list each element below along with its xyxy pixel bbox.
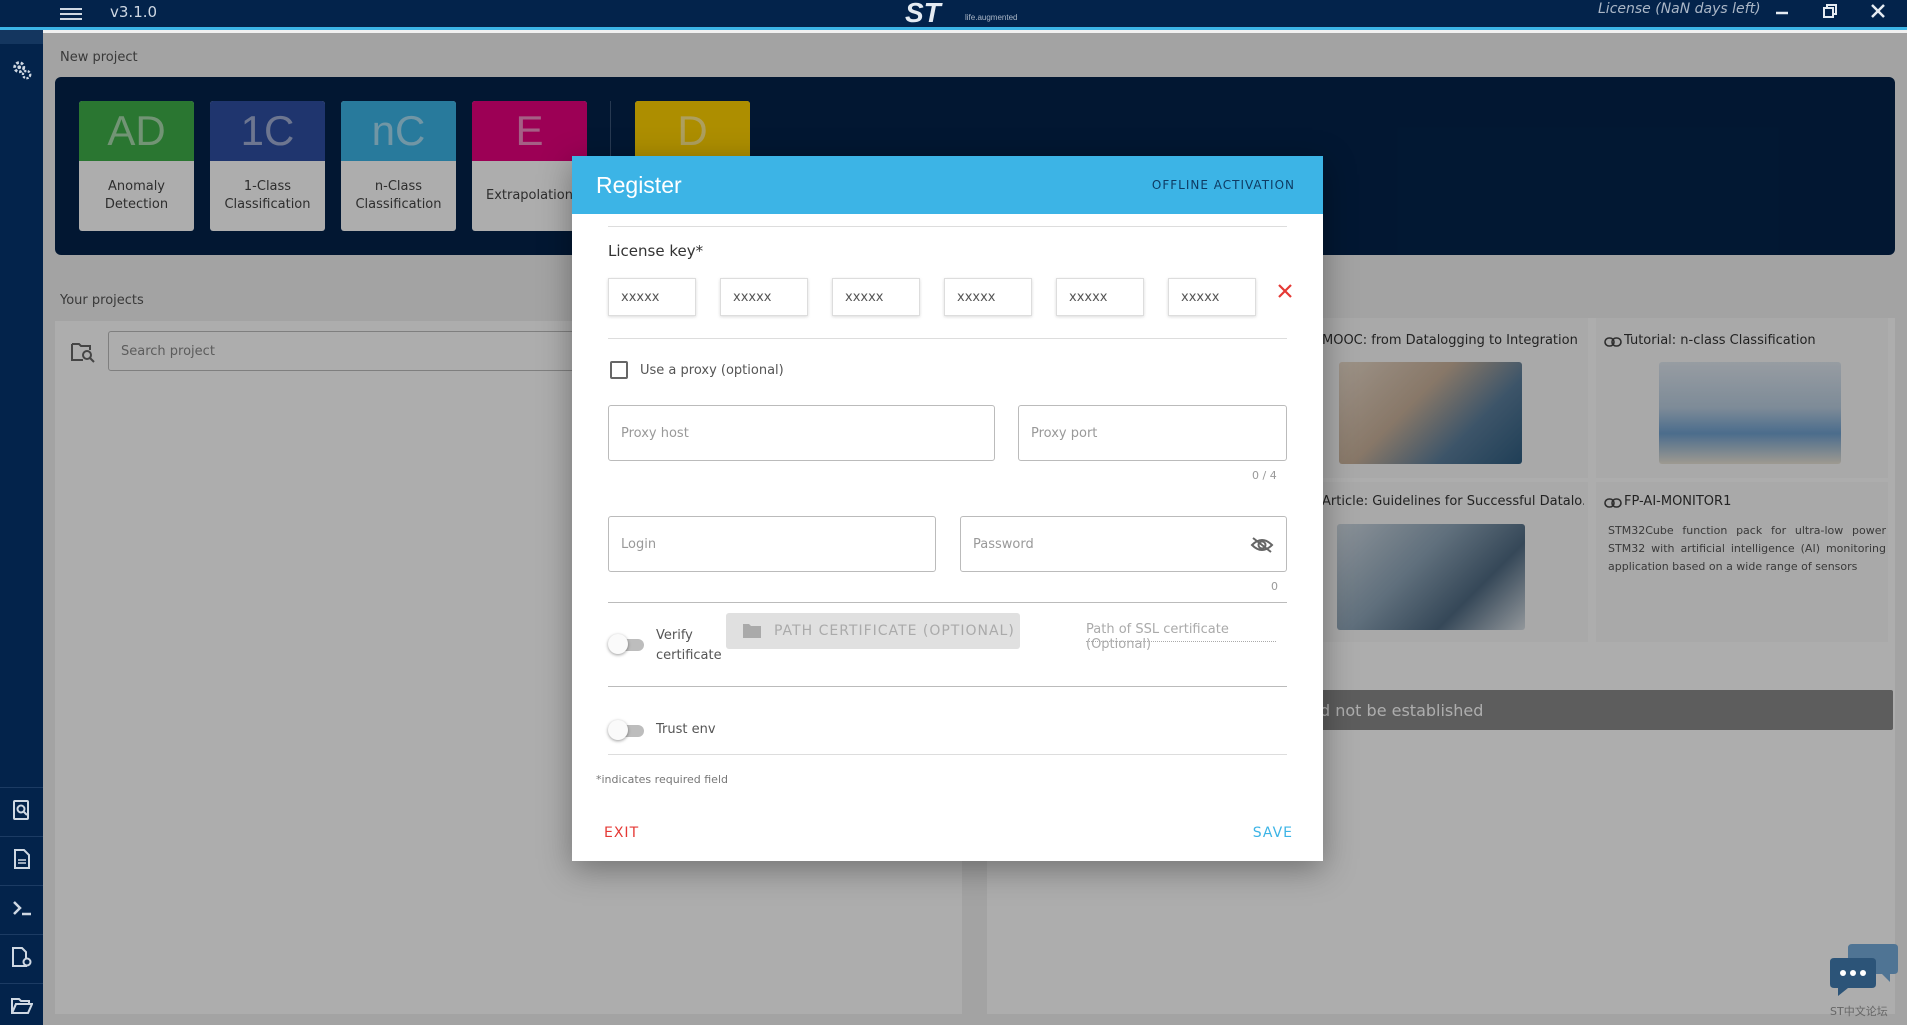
license-key-field-2[interactable]: xxxxx <box>720 278 808 316</box>
save-button[interactable]: SAVE <box>1253 825 1293 841</box>
offline-activation-button[interactable]: OFFLINE ACTIVATION <box>1152 178 1295 192</box>
minimize-icon[interactable] <box>1770 2 1794 26</box>
license-key-field-1[interactable]: xxxxx <box>608 278 696 316</box>
chat-bubbles-icon <box>1830 944 1898 996</box>
license-status: License (NaN days left) <box>1598 1 1761 17</box>
logo-tagline: life.augmented <box>965 13 1017 22</box>
terminal-icon[interactable] <box>0 886 43 930</box>
gears-icon[interactable] <box>0 48 43 92</box>
clear-license-key-icon[interactable] <box>1277 280 1293 305</box>
close-window-icon[interactable] <box>1866 2 1890 26</box>
document-settings-icon[interactable] <box>0 935 43 979</box>
verify-certificate-toggle[interactable] <box>608 634 646 654</box>
left-sidebar <box>0 0 43 1025</box>
proxy-port-field[interactable]: Proxy port <box>1018 405 1287 461</box>
trust-env-toggle[interactable] <box>608 720 646 740</box>
hamburger-menu-icon[interactable] <box>60 5 82 23</box>
divider <box>608 226 1287 227</box>
password-counter: 0 <box>1271 580 1278 593</box>
use-proxy-label: Use a proxy (optional) <box>640 363 784 378</box>
top-bar: v3.1.0 ST life.augmented License (NaN da… <box>0 0 1907 30</box>
restore-icon[interactable] <box>1818 2 1842 26</box>
st-logo: ST life.augmented <box>905 0 1035 32</box>
divider <box>608 602 1287 603</box>
trust-env-label: Trust env <box>656 722 716 737</box>
license-key-field-5[interactable]: xxxxx <box>1056 278 1144 316</box>
logo-text: ST <box>905 0 944 28</box>
chat-widget[interactable]: ST中文论坛 <box>1828 940 1900 1020</box>
document-search-icon[interactable] <box>0 788 43 832</box>
divider <box>608 686 1287 687</box>
folder-open-icon[interactable] <box>0 984 43 1025</box>
proxy-port-counter: 0 / 4 <box>1252 469 1277 482</box>
divider <box>608 754 1287 755</box>
path-certificate-label: PATH CERTIFICATE (OPTIONAL) <box>774 623 1015 639</box>
document-icon[interactable] <box>0 837 43 881</box>
license-key-field-3[interactable]: xxxxx <box>832 278 920 316</box>
path-certificate-button[interactable]: PATH CERTIFICATE (OPTIONAL) <box>726 613 1020 649</box>
chat-widget-caption: ST中文论坛 <box>1830 1005 1888 1018</box>
app-version: v3.1.0 <box>110 3 158 21</box>
ssl-certificate-path-field[interactable]: Path of SSL certificate (Optional) <box>1086 622 1276 652</box>
password-field[interactable]: Password <box>960 516 1287 572</box>
license-key-field-4[interactable]: xxxxx <box>944 278 1032 316</box>
dialog-header: Register OFFLINE ACTIVATION <box>572 156 1323 214</box>
exit-button[interactable]: EXIT <box>604 825 639 841</box>
eye-off-icon[interactable] <box>1250 536 1274 554</box>
password-placeholder: Password <box>973 536 1034 552</box>
license-key-field-6[interactable]: xxxxx <box>1168 278 1256 316</box>
verify-certificate-label: Verify certificate <box>656 628 722 663</box>
folder-icon <box>743 624 761 638</box>
divider <box>608 338 1287 339</box>
dialog-title: Register <box>596 172 682 198</box>
proxy-host-field[interactable]: Proxy host <box>608 405 995 461</box>
use-proxy-checkbox[interactable] <box>610 361 628 379</box>
license-key-label: License key* <box>608 242 704 260</box>
register-dialog: Register OFFLINE ACTIVATION License key*… <box>572 156 1323 861</box>
login-field[interactable]: Login <box>608 516 936 572</box>
required-field-note: *indicates required field <box>596 773 728 786</box>
